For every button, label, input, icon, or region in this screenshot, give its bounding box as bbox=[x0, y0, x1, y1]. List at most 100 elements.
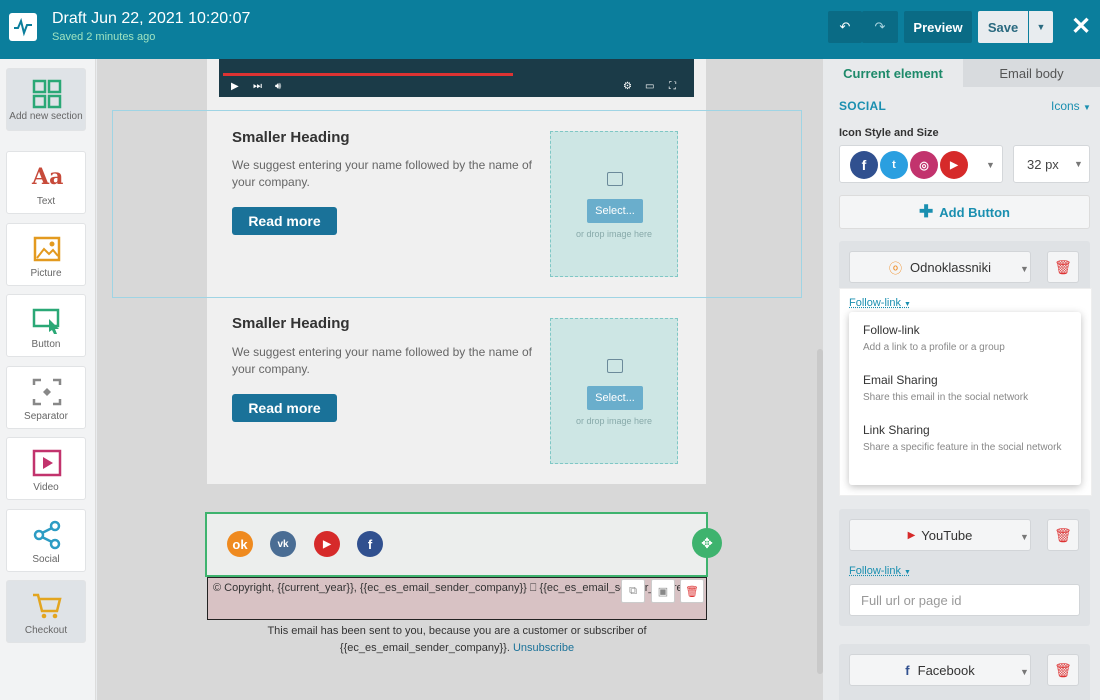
footer-note: This email has been sent to you, because… bbox=[267, 625, 647, 654]
fullscreen-icon[interactable]: ⛶ bbox=[669, 81, 676, 92]
url-input[interactable]: Full url or page id bbox=[849, 584, 1080, 616]
tool-social[interactable]: Social bbox=[6, 509, 86, 572]
block-heading[interactable]: Smaller Heading bbox=[232, 315, 350, 332]
redo-button[interactable]: ↷ bbox=[862, 11, 898, 43]
text-icon: Aa bbox=[32, 164, 64, 190]
drop-hint: or drop image here bbox=[575, 416, 653, 426]
network-select[interactable]: ▶ YouTube ▼ bbox=[849, 519, 1031, 551]
odnoklassniki-icon: ⓞ bbox=[889, 260, 903, 276]
youtube-icon: ▶ bbox=[907, 529, 916, 541]
tool-checkout[interactable]: Checkout bbox=[6, 580, 86, 643]
video-player[interactable]: ▶ ⏭ 🔊︎ ⚙ ▭ ⛶ bbox=[219, 59, 694, 97]
tool-picture[interactable]: Picture bbox=[6, 223, 86, 286]
icon-style-label: Icon Style and Size bbox=[839, 127, 939, 139]
image-icon bbox=[607, 359, 623, 373]
close-icon[interactable]: ✕ bbox=[1070, 14, 1092, 40]
play-icon[interactable]: ▶ bbox=[231, 81, 239, 92]
plus-icon: ✚ bbox=[918, 202, 934, 221]
image-placeholder[interactable]: Select... or drop image here bbox=[550, 318, 678, 464]
miniplayer-icon[interactable]: ▭ bbox=[645, 81, 654, 92]
youtube-icon[interactable]: ▶ bbox=[314, 531, 340, 557]
tool-separator[interactable]: Separator bbox=[6, 366, 86, 429]
tab-email-body[interactable]: Email body bbox=[963, 59, 1100, 87]
network-select[interactable]: f Facebook ▼ bbox=[849, 654, 1031, 686]
share-icon bbox=[33, 520, 61, 550]
cart-icon bbox=[33, 593, 62, 619]
menu-item-link-sharing[interactable]: Link Sharing Share a specific feature in… bbox=[863, 423, 1073, 455]
tool-button[interactable]: Button bbox=[6, 294, 86, 357]
separator-icon bbox=[32, 378, 62, 406]
link-type-dropdown[interactable]: Follow-link ▼ bbox=[849, 297, 911, 309]
link-type-dropdown[interactable]: Follow-link ▼ bbox=[849, 565, 911, 577]
social-block[interactable]: ok vk ▶ f bbox=[205, 512, 708, 577]
select-image-button[interactable]: Select... bbox=[587, 386, 643, 410]
preview-button[interactable]: Preview bbox=[904, 11, 972, 43]
facebook-icon[interactable]: f bbox=[357, 531, 383, 557]
trash-icon[interactable]: 🗑︎ bbox=[1047, 251, 1079, 283]
top-bar: Draft Jun 22, 2021 10:20:07 Saved 2 minu… bbox=[0, 0, 1100, 59]
video-progress-bar[interactable] bbox=[223, 73, 513, 76]
block-text[interactable]: We suggest entering your name followed b… bbox=[232, 157, 532, 191]
facebook-icon: f bbox=[905, 662, 910, 678]
block-heading[interactable]: Smaller Heading bbox=[232, 129, 350, 146]
block-text[interactable]: We suggest entering your name followed b… bbox=[232, 344, 532, 378]
social-network-card: ▶ YouTube ▼ 🗑︎ Follow-link ▼ Full url or… bbox=[839, 509, 1090, 626]
icon-size-select[interactable]: 32 px ▼ bbox=[1013, 145, 1090, 183]
image-icon bbox=[607, 172, 623, 186]
vk-icon[interactable]: vk bbox=[270, 531, 296, 557]
chevron-down-icon: ▼ bbox=[1020, 667, 1029, 677]
section-label: SOCIAL bbox=[839, 99, 887, 113]
move-icon[interactable]: ✥ bbox=[692, 528, 722, 558]
read-more-button[interactable]: Read more bbox=[232, 207, 337, 235]
chevron-down-icon: ▼ bbox=[1020, 264, 1029, 274]
tool-add-section[interactable]: Add new section bbox=[6, 68, 86, 131]
grid-icon bbox=[32, 79, 62, 109]
save-status: Saved 2 minutes ago bbox=[52, 31, 156, 43]
trash-icon[interactable]: 🗑︎ bbox=[680, 579, 704, 603]
undo-icon: ↶ bbox=[839, 19, 851, 34]
chevron-down-icon: ▼ bbox=[1036, 22, 1046, 32]
settings-icon[interactable]: ⚙ bbox=[623, 81, 632, 92]
instagram-icon: ◎ bbox=[910, 151, 938, 179]
save-options-button[interactable]: ▼ bbox=[1029, 11, 1053, 43]
network-select[interactable]: ⓞ Odnoklassniki ▼ bbox=[849, 251, 1031, 283]
chevron-down-icon: ▼ bbox=[1020, 532, 1029, 542]
select-image-button[interactable]: Select... bbox=[587, 199, 643, 223]
youtube-icon: ▶ bbox=[940, 151, 968, 179]
selected-section-outline bbox=[112, 110, 802, 298]
chevron-down-icon: ▼ bbox=[1083, 103, 1091, 112]
tool-text[interactable]: Aa Text bbox=[6, 151, 86, 214]
menu-item-email-sharing[interactable]: Email Sharing Share this email in the so… bbox=[863, 373, 1073, 405]
link-type-menu: Follow-link Add a link to a profile or a… bbox=[849, 312, 1081, 485]
draft-title: Draft Jun 22, 2021 10:20:07 bbox=[52, 10, 251, 27]
social-network-card: f Facebook ▼ 🗑︎ bbox=[839, 644, 1090, 700]
element-toolbar: Add new section Aa Text Picture Button S… bbox=[0, 59, 96, 700]
icon-style-select[interactable]: f t ◎ ▶ ▼ bbox=[839, 145, 1003, 183]
chevron-down-icon: ▼ bbox=[986, 160, 995, 170]
odnoklassniki-icon[interactable]: ok bbox=[227, 531, 253, 557]
chevron-down-icon: ▼ bbox=[1074, 159, 1083, 169]
tab-current-element[interactable]: Current element bbox=[823, 59, 963, 87]
app-logo-icon[interactable] bbox=[9, 13, 37, 41]
volume-icon[interactable]: 🔊︎ bbox=[275, 81, 281, 92]
twitter-icon: t bbox=[880, 151, 908, 179]
button-icon bbox=[32, 308, 60, 334]
video-icon bbox=[32, 449, 62, 477]
save-block-icon[interactable]: ▣ bbox=[651, 579, 675, 603]
copy-icon[interactable]: ⧉ bbox=[621, 579, 645, 603]
icons-dropdown[interactable]: Icons ▼ bbox=[1051, 99, 1091, 113]
trash-icon[interactable]: 🗑︎ bbox=[1047, 519, 1079, 551]
redo-icon: ↷ bbox=[874, 19, 886, 34]
trash-icon[interactable]: 🗑︎ bbox=[1047, 654, 1079, 686]
tool-video[interactable]: Video bbox=[6, 437, 86, 500]
save-button[interactable]: Save bbox=[978, 11, 1028, 43]
picture-icon bbox=[33, 236, 61, 262]
menu-item-follow-link[interactable]: Follow-link Add a link to a profile or a… bbox=[863, 323, 1073, 355]
unsubscribe-link[interactable]: Unsubscribe bbox=[513, 642, 574, 654]
image-placeholder[interactable]: Select... or drop image here bbox=[550, 131, 678, 277]
read-more-button[interactable]: Read more bbox=[232, 394, 337, 422]
next-icon[interactable]: ⏭ bbox=[253, 81, 262, 92]
add-button[interactable]: ✚ Add Button bbox=[839, 195, 1090, 229]
undo-button[interactable]: ↶ bbox=[828, 11, 862, 43]
email-canvas[interactable]: ▶ ⏭ 🔊︎ ⚙ ▭ ⛶ Smaller Heading We suggest … bbox=[97, 59, 823, 700]
